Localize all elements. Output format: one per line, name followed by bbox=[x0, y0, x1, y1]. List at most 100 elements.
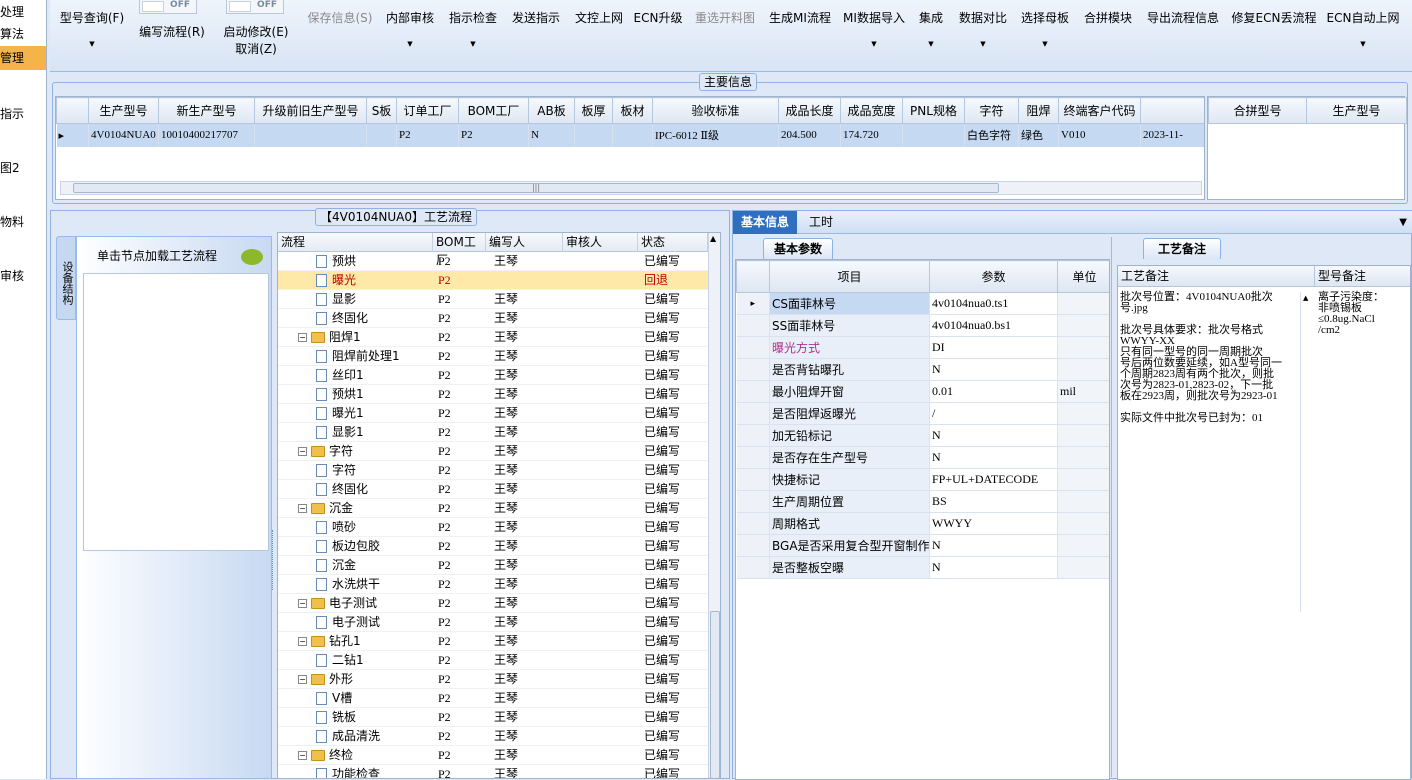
edit-flow-button[interactable]: 编写流程(R) bbox=[132, 14, 212, 54]
process-step-row[interactable]: 成品清洗 P2 王琴 已编写 bbox=[278, 727, 708, 746]
param-row[interactable]: 曝光方式 DI bbox=[736, 336, 1109, 359]
process-tree-vscrollbar[interactable]: ▲ bbox=[708, 233, 720, 778]
model-query-button[interactable]: 型号查询(F) ▼ bbox=[56, 0, 128, 72]
param-value-cell[interactable]: FP+UL+DATECODE bbox=[929, 468, 1058, 491]
param-row[interactable]: 生产周期位置 BS bbox=[736, 490, 1109, 513]
process-step-row[interactable]: 电子测试 P2 王琴 已编写 bbox=[278, 613, 708, 632]
main-cell[interactable]: 2023-11- bbox=[1140, 123, 1204, 147]
process-step-row[interactable]: 二钻1 P2 王琴 已编写 bbox=[278, 651, 708, 670]
process-step-row[interactable]: 终固化 P2 王琴 已编写 bbox=[278, 309, 708, 328]
main-cell[interactable] bbox=[574, 123, 613, 147]
doc-control-upload-button[interactable]: 文控上网 bbox=[572, 0, 626, 72]
param-row[interactable]: 加无铅标记 N bbox=[736, 424, 1109, 447]
param-row[interactable]: 是否整板空曝 N bbox=[736, 556, 1109, 579]
process-remark-text[interactable]: 批次号位置：4V0104NUA0批次 号.jpg 批次号具体要求：批次号格式 WWYY… bbox=[1120, 292, 1300, 424]
main-col-header[interactable]: 字符 bbox=[964, 97, 1019, 124]
generate-mi-flow-button[interactable]: 生成MI流程 bbox=[766, 0, 834, 72]
main-col-header[interactable]: AB板 bbox=[528, 97, 575, 124]
param-value-cell[interactable]: N bbox=[929, 446, 1058, 469]
data-compare-button[interactable]: 数据对比 ▼ bbox=[954, 0, 1012, 72]
main-col-header[interactable]: 成品宽度 bbox=[840, 97, 903, 124]
fix-ecn-lost-flow-button[interactable]: 修复ECN丢流程 bbox=[1230, 0, 1318, 72]
main-cell[interactable] bbox=[254, 123, 367, 147]
param-value-cell[interactable]: BS bbox=[929, 490, 1058, 513]
collapse-icon[interactable]: − bbox=[298, 447, 307, 456]
main-col-header[interactable]: 板厚 bbox=[574, 97, 613, 124]
process-step-row[interactable]: 显影 P2 王琴 已编写 bbox=[278, 290, 708, 309]
main-cell[interactable] bbox=[366, 123, 397, 147]
right-splitter[interactable] bbox=[1111, 237, 1115, 777]
process-step-row[interactable]: 板边包胶 P2 王琴 已编写 bbox=[278, 537, 708, 556]
collapse-icon[interactable]: − bbox=[298, 675, 307, 684]
param-row[interactable]: ▸ CS面菲林号 4v0104nua0.ts1 bbox=[736, 292, 1109, 315]
param-row[interactable]: 最小阻焊开窗 0.01 mil bbox=[736, 380, 1109, 403]
process-step-row[interactable]: − 字符 P2 王琴 已编写 bbox=[278, 442, 708, 461]
main-col-header[interactable]: 生产型号 bbox=[88, 97, 159, 124]
model-remark-text[interactable]: 离子污染度： 非喷锡板 ≤0.8ug.NaCl/cm2 bbox=[1318, 292, 1410, 336]
main-cell[interactable]: 4V0104NUA0 bbox=[88, 123, 159, 147]
process-step-row[interactable]: 预烘1 P2 王琴 已编写 bbox=[278, 385, 708, 404]
param-row[interactable]: BGA是否采用复合型开窗制作 N bbox=[736, 534, 1109, 557]
process-step-row[interactable]: 沉金 P2 王琴 已编写 bbox=[278, 556, 708, 575]
save-info-button[interactable]: 保存信息(S) bbox=[303, 0, 377, 72]
select-mother-board-button[interactable]: 选择母板 ▼ bbox=[1016, 0, 1074, 72]
mi-data-import-button[interactable]: MI数据导入 ▼ bbox=[840, 0, 908, 72]
process-step-row[interactable]: 终固化 P2 王琴 已编写 bbox=[278, 480, 708, 499]
process-step-row[interactable]: 曝光1 P2 王琴 已编写 bbox=[278, 404, 708, 423]
main-cell[interactable]: 绿色 bbox=[1018, 123, 1059, 147]
collapse-icon[interactable]: − bbox=[298, 599, 307, 608]
nav-item[interactable]: 管理 bbox=[0, 46, 46, 70]
tab-dropdown-icon[interactable]: ▼ bbox=[1399, 211, 1407, 234]
main-cell[interactable]: 白色字符 bbox=[964, 123, 1019, 147]
process-step-row[interactable]: − 阻焊1 P2 王琴 已编写 bbox=[278, 328, 708, 347]
remark-scrollbar[interactable]: ▲ bbox=[1300, 292, 1312, 612]
start-modify-button[interactable]: 启动修改(E) 取消(Z) bbox=[216, 14, 296, 72]
main-cell[interactable]: 10010400217707 bbox=[158, 123, 255, 147]
main-cell[interactable]: 174.720 bbox=[840, 123, 903, 147]
panel-module-button[interactable]: 合拼模块 bbox=[1080, 0, 1136, 72]
instruction-check-button[interactable]: 指示检查 ▼ bbox=[446, 0, 500, 72]
process-step-row[interactable]: − 终检 P2 王琴 已编写 bbox=[278, 746, 708, 765]
param-value-cell[interactable]: 0.01 bbox=[929, 380, 1058, 403]
process-step-row[interactable]: 阻焊前处理1 P2 王琴 已编写 bbox=[278, 347, 708, 366]
main-col-header[interactable]: 新生产型号 bbox=[158, 97, 255, 124]
nav-item[interactable]: 图2 bbox=[0, 156, 46, 180]
param-value-cell[interactable]: N bbox=[929, 534, 1058, 557]
hscroll-thumb[interactable]: ||| bbox=[73, 183, 999, 193]
param-row[interactable]: 是否阻焊返曝光 / bbox=[736, 402, 1109, 425]
tab-basic-info[interactable]: 基本信息 bbox=[733, 211, 797, 234]
main-cell[interactable]: IPC-6012 Ⅱ级 bbox=[652, 123, 779, 147]
process-step-row[interactable]: 铣板 P2 王琴 已编写 bbox=[278, 708, 708, 727]
main-col-header[interactable] bbox=[1140, 97, 1204, 124]
vscroll-thumb[interactable] bbox=[710, 611, 720, 778]
ecn-auto-upload-button[interactable]: ECN自动上网 ▼ bbox=[1322, 0, 1404, 72]
main-col-header[interactable]: S板 bbox=[366, 97, 397, 124]
tab-work-hours[interactable]: 工时 bbox=[809, 211, 833, 234]
param-value-cell[interactable]: N bbox=[929, 424, 1058, 447]
process-step-row[interactable]: − 电子测试 P2 王琴 已编写 bbox=[278, 594, 708, 613]
collapse-icon[interactable]: − bbox=[298, 504, 307, 513]
main-cell[interactable]: P2 bbox=[396, 123, 459, 147]
nav-item[interactable]: 物料 bbox=[0, 210, 46, 234]
main-cell[interactable]: P2 bbox=[458, 123, 529, 147]
param-value-cell[interactable]: DI bbox=[929, 336, 1058, 359]
nav-item[interactable] bbox=[0, 128, 46, 152]
process-step-row[interactable]: 水洗烘干 P2 王琴 已编写 bbox=[278, 575, 708, 594]
main-col-header[interactable]: PNL规格 bbox=[902, 97, 965, 124]
process-step-row[interactable]: − 外形 P2 王琴 已编写 bbox=[278, 670, 708, 689]
collapse-icon[interactable]: − bbox=[298, 751, 307, 760]
param-row[interactable]: 是否背钻曝孔 N bbox=[736, 358, 1109, 381]
main-cell[interactable]: V010 bbox=[1058, 123, 1141, 147]
process-step-row[interactable]: 预烘 P2 王琴 已编写 bbox=[278, 252, 708, 271]
reselect-material-map-button[interactable]: 重选开料图 bbox=[691, 0, 759, 72]
nav-item[interactable] bbox=[0, 182, 46, 206]
edit-flow-toggle[interactable]: OFF bbox=[139, 0, 197, 14]
process-step-row[interactable]: 功能检查 P2 王琴 已编写 bbox=[278, 765, 708, 778]
param-row[interactable]: 快捷标记 FP+UL+DATECODE bbox=[736, 468, 1109, 491]
process-step-row[interactable]: 丝印1 P2 王琴 已编写 bbox=[278, 366, 708, 385]
process-step-row[interactable]: − 钻孔1 P2 王琴 已编写 bbox=[278, 632, 708, 651]
main-info-hscrollbar[interactable]: ||| bbox=[60, 181, 1202, 195]
nav-item[interactable]: 处理 bbox=[0, 0, 46, 24]
splitter-grip[interactable] bbox=[272, 530, 276, 590]
param-value-cell[interactable]: 4v0104nua0.bs1 bbox=[929, 314, 1058, 337]
